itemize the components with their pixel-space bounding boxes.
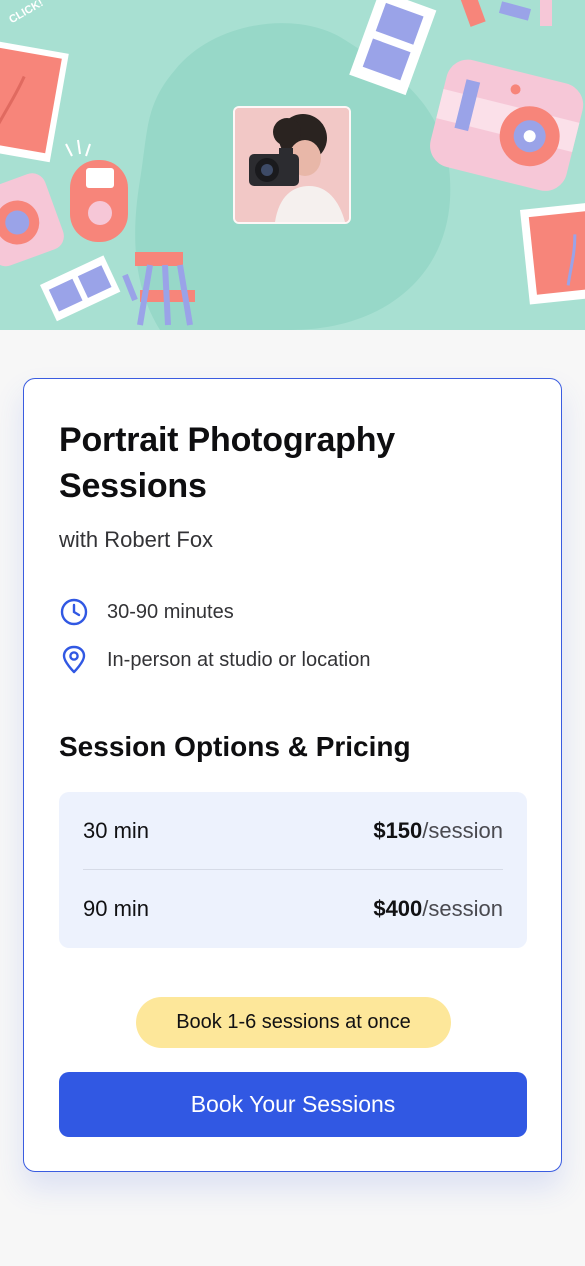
location-detail: In-person at studio or location: [59, 645, 371, 675]
ribbons-illustration: [460, 0, 552, 27]
price-option-30-min: 30 min $150/session: [83, 792, 503, 869]
photo-frame-left-illustration: [0, 39, 69, 163]
hero-banner: CLICK!: [0, 0, 585, 330]
photographer-avatar: [233, 106, 351, 224]
click-sticker-text: CLICK!: [7, 0, 45, 26]
photographer-photo: [235, 108, 349, 222]
price-amount: $400: [373, 895, 423, 921]
location-pin-icon: [59, 645, 93, 675]
option-price: $150/session: [373, 818, 503, 844]
duration-detail: 30-90 minutes: [59, 597, 234, 627]
price-unit: /session: [422, 895, 503, 921]
price-option-90-min: 90 min $400/session: [83, 869, 503, 947]
location-text: In-person at studio or location: [107, 648, 371, 671]
light-meter-illustration: [65, 139, 128, 242]
price-amount: $150: [373, 817, 423, 843]
film-strip-bottom-illustration: [40, 255, 121, 322]
pricing-table: 30 min $150/session 90 min $400/session: [59, 792, 527, 948]
option-duration: 90 min: [83, 895, 150, 921]
price-unit: /session: [422, 817, 503, 843]
offering-title: Portrait Photography Sessions: [59, 421, 396, 505]
clock-icon: [59, 597, 93, 627]
photo-frame-right-illustration: [520, 200, 585, 305]
camera-left-illustration: [0, 173, 64, 267]
duration-text: 30-90 minutes: [107, 600, 234, 623]
option-duration: 30 min: [83, 817, 150, 843]
photographer-name: with Robert Fox: [59, 527, 214, 552]
option-price: $400/session: [373, 896, 503, 922]
offering-card: Portrait Photography Sessions with Rober…: [23, 378, 562, 1172]
pricing-heading: Session Options & Pricing: [59, 731, 411, 762]
book-sessions-button[interactable]: Book Your Sessions: [59, 1072, 527, 1137]
booking-limit-badge: Book 1-6 sessions at once: [136, 997, 451, 1048]
